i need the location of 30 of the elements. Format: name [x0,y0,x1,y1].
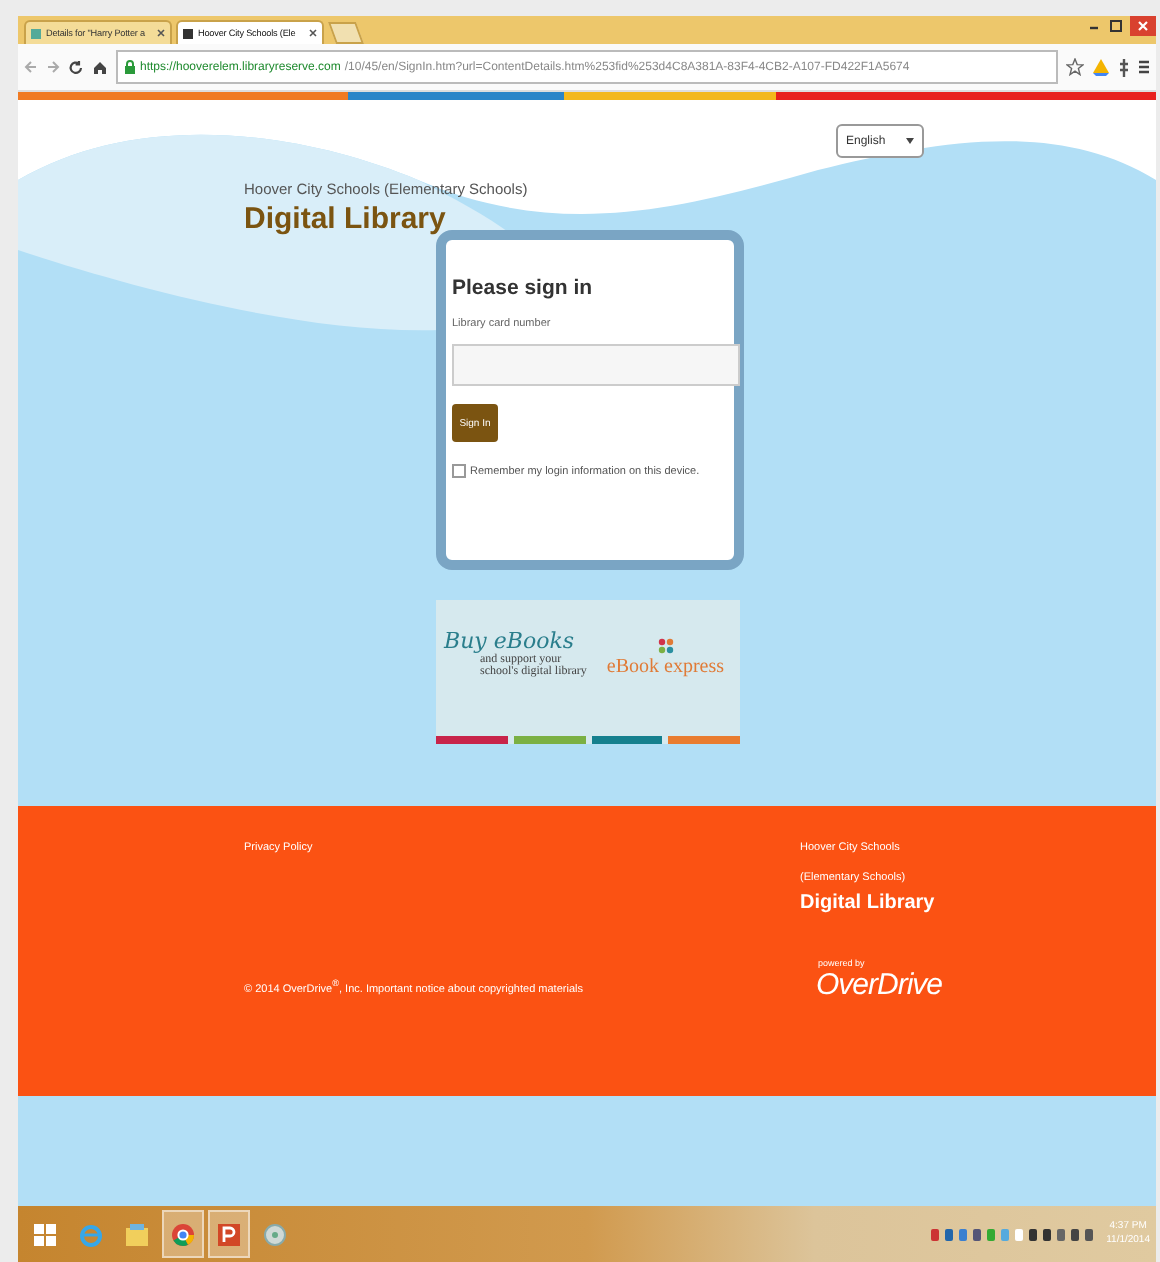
footer-title: Digital Library [800,892,935,914]
reload-icon[interactable] [68,59,84,75]
taskbar-button[interactable] [162,1210,204,1258]
close-icon[interactable] [156,28,166,38]
disc-icon [262,1221,288,1247]
triangle-icon[interactable] [1092,58,1110,76]
close-icon[interactable] [308,28,318,38]
page-icon [30,27,42,39]
folder-icon [124,1221,150,1247]
letter-p-icon [216,1221,242,1247]
flower-icon [657,636,674,656]
letter-e-icon [78,1221,104,1247]
taskbar-button[interactable] [208,1210,250,1258]
menu-icon[interactable] [1138,58,1150,76]
banner-brand: eBook express [606,656,725,678]
chrome-icon [170,1221,196,1247]
dropdown-arrow-icon [906,138,914,144]
card-number-field[interactable] [452,344,740,386]
lock-icon [124,60,136,74]
site-title: Digital Library [244,202,446,236]
system-tray-icons[interactable] [930,1227,1095,1241]
star-icon[interactable] [1066,58,1084,76]
banner-script-text: Buy eBooks [444,628,577,654]
home-icon[interactable] [92,59,108,75]
book-icon [182,27,194,39]
windows-logo-icon [32,1221,58,1247]
restore-icon[interactable] [1108,16,1124,34]
close-icon[interactable] [1130,16,1156,36]
sign-in-heading: Please sign in [452,276,595,300]
remember-checkbox[interactable] [452,464,466,478]
